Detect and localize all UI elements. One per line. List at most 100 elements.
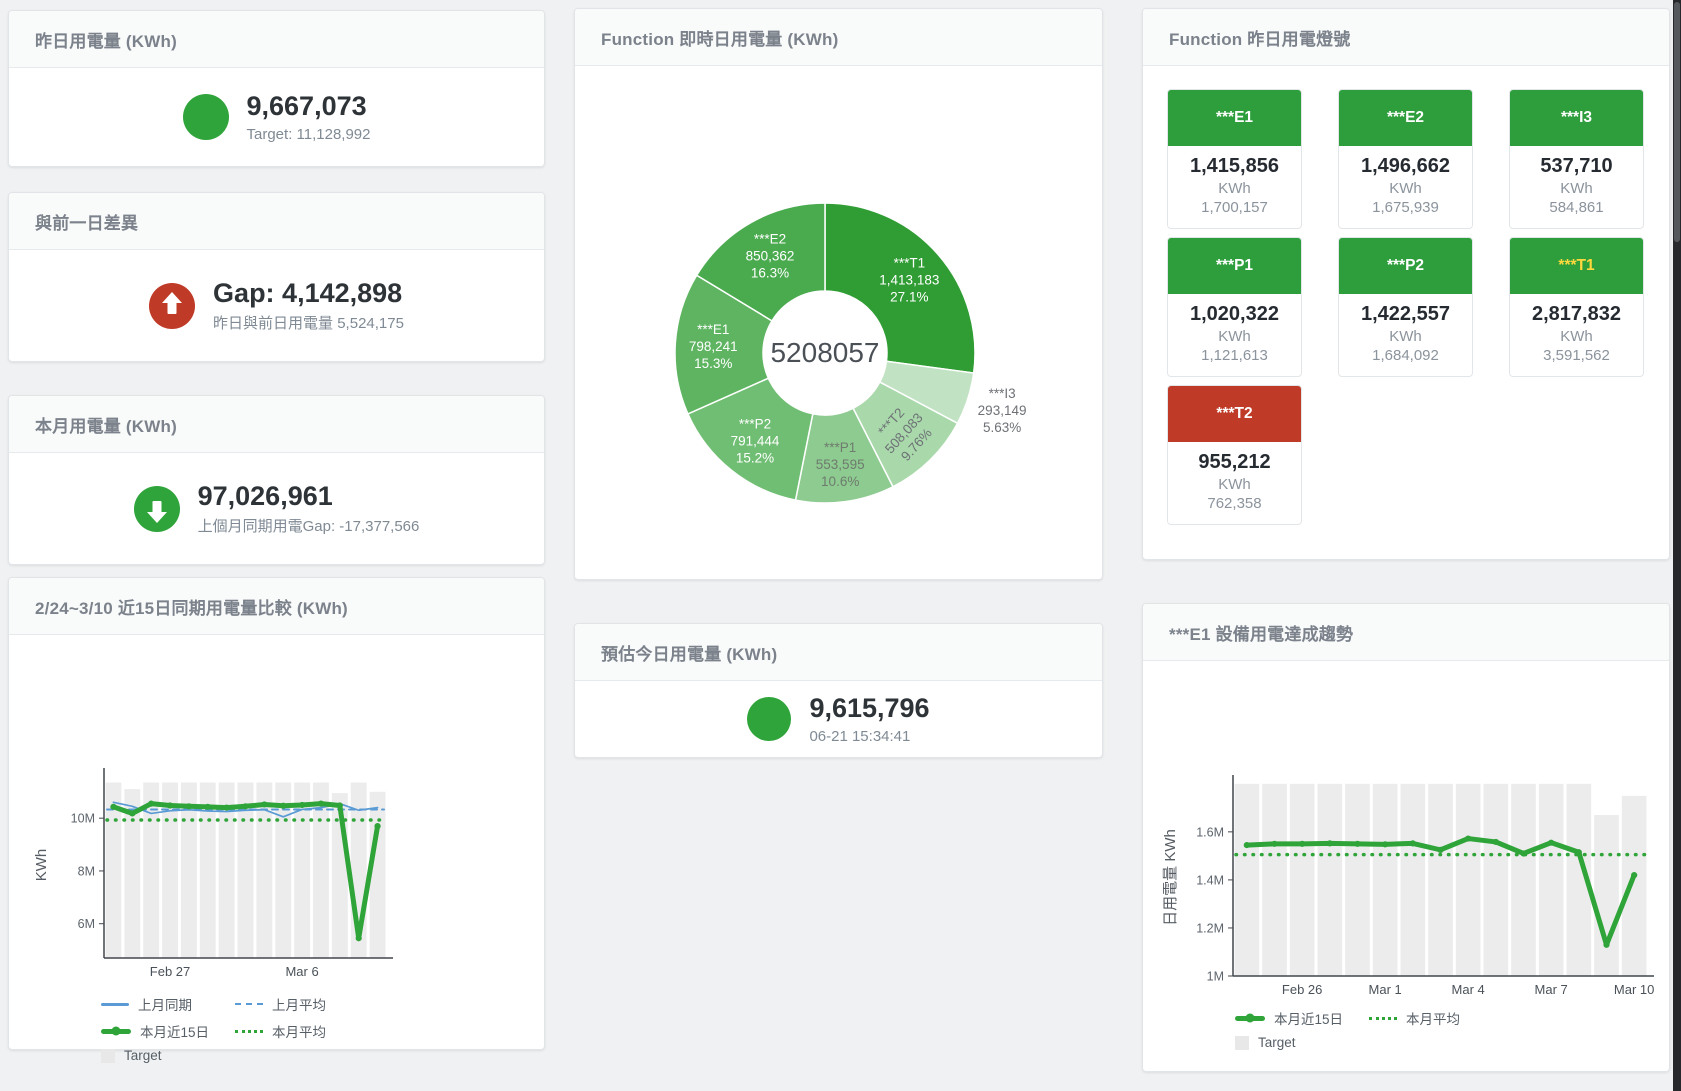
data-point (318, 801, 324, 807)
tile-value: 1,496,662 (1343, 155, 1468, 178)
target-bar (370, 792, 386, 958)
stat-value: 97,026,961 (198, 481, 420, 512)
panel-header: 本月用電量 (KWh) (9, 396, 544, 453)
panel-yesterday-usage: 昨日用電量 (KWh) 9,667,073 Target: 11,128,992 (8, 10, 545, 167)
legend-marker-icon (235, 1030, 263, 1033)
legend-label: 本月平均 (1406, 1008, 1460, 1028)
light-tile: ***T12,817,832KWh3,591,562 (1509, 237, 1644, 377)
legend-item-dashed[interactable]: 上月平均 (235, 994, 326, 1014)
panel-title: 昨日用電量 (KWh) (35, 27, 177, 52)
tile-status-header: ***P1 (1168, 238, 1301, 294)
data-point (1244, 842, 1250, 848)
data-point (1410, 840, 1416, 846)
panel-title: ***E1 設備用電達成趨勢 (1169, 620, 1353, 645)
target-bar (1622, 796, 1647, 976)
tile-target: 1,675,939 (1343, 199, 1468, 216)
tile-target: 1,121,613 (1172, 347, 1297, 364)
legend-item-dotted[interactable]: 本月平均 (235, 1021, 326, 1041)
trend-chart[interactable]: 1M 1.2M 1.4M 1.6M 日用電量 KWh Feb 26 Mar 1 Mar 4 Ma… (1143, 661, 1669, 999)
y-tick-label: 1.6M (1196, 825, 1224, 839)
dashboard-page: 昨日用電量 (KWh) 9,667,073 Target: 11,128,992… (0, 0, 1681, 1091)
light-tile: ***P21,422,557KWh1,684,092 (1338, 237, 1473, 377)
comparison-chart[interactable]: 6M8M10MKWhFeb 27Mar 6 (9, 635, 544, 985)
comparison-chart-legend: 上月同期 上月平均本月近15日 本月平均 Target (101, 994, 544, 1063)
legend-marker-icon (1235, 1036, 1249, 1050)
x-tick-label: Mar 10 (1614, 982, 1654, 997)
panel-month-usage: 本月用電量 (KWh) 97,026,961 上個月同期用電Gap: -17,3… (8, 395, 545, 565)
legend-item-target[interactable]: Target (1235, 1035, 1343, 1050)
y-tick-label: 1.4M (1196, 873, 1224, 887)
data-point (1271, 841, 1277, 847)
stat-body: 97,026,961 上個月同期用電Gap: -17,377,566 (9, 453, 544, 564)
panel-title: 2/24~3/10 近15日同期用電量比較 (KWh) (35, 594, 348, 619)
data-point (1493, 839, 1499, 845)
y-axis-title: KWh (33, 849, 50, 882)
y-axis-title: 日用電量 KWh (1162, 829, 1179, 926)
legend-label: Target (124, 1048, 162, 1063)
legend-item-thick[interactable]: 本月近15日 (101, 1021, 209, 1041)
y-tick-label: 8M (78, 864, 95, 878)
panel-yesterday-lights: Function 昨日用電燈號 ***E11,415,856KWh1,700,1… (1142, 8, 1670, 560)
tile-body: 1,415,856KWh1,700,157 (1168, 146, 1301, 228)
legend-item-line[interactable]: 上月同期 (101, 994, 209, 1014)
stat-value: 9,615,796 (809, 693, 929, 724)
panel-15day-comparison: 2/24~3/10 近15日同期用電量比較 (KWh) 6M8M10MKWhFe… (8, 577, 545, 1050)
data-point (280, 803, 286, 809)
legend-marker-icon (101, 1003, 129, 1006)
data-point (1437, 847, 1443, 853)
scrollbar-thumb[interactable] (1674, 2, 1680, 242)
arrow-up-icon (149, 283, 195, 329)
y-tick-label: 1.2M (1196, 921, 1224, 935)
legend-label: 本月近15日 (140, 1021, 209, 1041)
page-scrollbar[interactable] (1673, 0, 1681, 1091)
status-circle-icon (183, 94, 229, 140)
data-point (337, 802, 343, 808)
light-tile: ***T2955,212KWh762,358 (1167, 385, 1302, 525)
stat-subtitle: Target: 11,128,992 (247, 126, 371, 143)
data-point (224, 805, 230, 811)
status-circle-icon (747, 697, 791, 741)
target-bar (1345, 784, 1370, 976)
panel-gap-prev-day: 與前一日差異 Gap: 4,142,898 昨日與前日用電量 5,524,175 (8, 192, 545, 362)
tile-status-header: ***E1 (1168, 90, 1301, 146)
panel-header: Function 昨日用電燈號 (1143, 9, 1669, 66)
panel-title: Function 昨日用電燈號 (1169, 25, 1350, 50)
legend-item-dotted[interactable]: 本月平均 (1369, 1008, 1460, 1028)
stat-value: Gap: 4,142,898 (213, 278, 404, 309)
tile-body: 2,817,832KWh3,591,562 (1510, 294, 1643, 376)
data-point (299, 802, 305, 808)
data-point (110, 804, 116, 810)
data-point (129, 810, 135, 816)
panel-header: Function 即時日用電量 (KWh) (575, 9, 1102, 66)
light-tile: ***P11,020,322KWh1,121,613 (1167, 237, 1302, 377)
data-point (1576, 849, 1582, 855)
x-tick-label: Feb 26 (1282, 982, 1322, 997)
stat-value: 9,667,073 (247, 91, 371, 122)
data-point (242, 803, 248, 809)
x-tick-label: Mar 4 (1452, 982, 1485, 997)
stat-subtitle: 上個月同期用電Gap: -17,377,566 (198, 515, 420, 536)
y-tick-label: 1M (1207, 970, 1224, 984)
x-tick-label: Mar 1 (1369, 982, 1402, 997)
legend-label: 本月平均 (272, 1021, 326, 1041)
panel-header: 昨日用電量 (KWh) (9, 11, 544, 68)
legend-label: 上月平均 (272, 994, 326, 1014)
tile-target: 1,684,092 (1343, 347, 1468, 364)
data-point (205, 804, 211, 810)
legend-label: 上月同期 (138, 994, 192, 1014)
tile-status-header: ***I3 (1510, 90, 1643, 146)
tile-body: 955,212KWh762,358 (1168, 442, 1301, 524)
tile-body: 1,422,557KWh1,684,092 (1339, 294, 1472, 376)
legend-item-thick[interactable]: 本月近15日 (1235, 1008, 1343, 1028)
panel-realtime-usage-donut: Function 即時日用電量 (KWh) ***T11,413,18327.1… (574, 8, 1103, 580)
panel-title: 本月用電量 (KWh) (35, 412, 177, 437)
tile-target: 584,861 (1514, 199, 1639, 216)
tile-target: 762,358 (1172, 495, 1297, 512)
legend-item-target[interactable]: Target (101, 1048, 209, 1063)
panel-title: 預估今日用電量 (KWh) (601, 640, 777, 665)
legend-marker-icon (101, 1029, 131, 1034)
panel-title: Function 即時日用電量 (KWh) (601, 25, 838, 50)
tile-value: 1,415,856 (1172, 155, 1297, 178)
data-point (1354, 841, 1360, 847)
donut-chart[interactable]: ***T11,413,18327.1%***I3293,1495.63%***T… (575, 66, 1102, 576)
